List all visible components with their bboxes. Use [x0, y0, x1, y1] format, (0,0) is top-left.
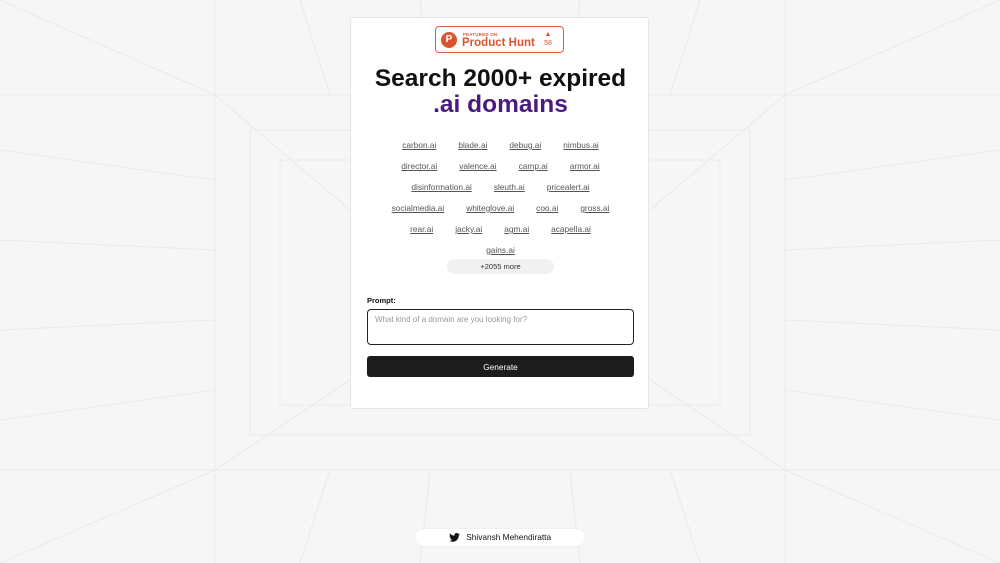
domain-row: gains.ai: [351, 240, 650, 261]
domain-row: socialmedia.ai whiteglove.ai coo.ai gross.a…: [351, 198, 650, 219]
domain-link[interactable]: armor.ai: [570, 160, 600, 172]
badge-name: Product Hunt: [462, 37, 535, 49]
domain-link[interactable]: director.ai: [401, 160, 437, 172]
domain-link[interactable]: rear.ai: [410, 223, 433, 235]
domain-row: director.ai valence.ai camp.ai armor.ai: [351, 156, 650, 177]
page-title-accent: .ai domains: [433, 91, 568, 118]
domain-link[interactable]: agm.ai: [504, 223, 529, 235]
domain-link[interactable]: pricealert.ai: [547, 181, 590, 193]
domain-link[interactable]: coo.ai: [536, 202, 558, 214]
generate-button[interactable]: Generate: [367, 356, 634, 377]
domain-link[interactable]: socialmedia.ai: [392, 202, 445, 214]
domain-link[interactable]: gross.ai: [580, 202, 609, 214]
domain-link[interactable]: valence.ai: [459, 160, 496, 172]
author-link[interactable]: Shivansh Mehendiratta: [415, 529, 585, 546]
domain-row: disinformation.ai sleuth.ai pricealert.ai: [351, 177, 650, 198]
domain-link[interactable]: debug.ai: [509, 139, 541, 151]
main-card: P FEATURED ON Product Hunt ▲ 58 Search 2…: [350, 17, 649, 409]
prompt-input[interactable]: [367, 309, 634, 345]
domain-list: carbon.ai blade.ai debug.ai nimbus.ai direct…: [351, 135, 650, 261]
domain-link[interactable]: jacky.ai: [455, 223, 482, 235]
domain-link[interactable]: camp.ai: [519, 160, 548, 172]
prompt-label: Prompt:: [367, 296, 396, 305]
vote-count: 58: [544, 40, 552, 47]
domain-link[interactable]: gains.ai: [486, 244, 515, 256]
domain-link[interactable]: nimbus.ai: [563, 139, 599, 151]
product-hunt-badge[interactable]: P FEATURED ON Product Hunt ▲ 58: [435, 26, 564, 53]
domain-link[interactable]: sleuth.ai: [494, 181, 525, 193]
domain-row: carbon.ai blade.ai debug.ai nimbus.ai: [351, 135, 650, 156]
twitter-icon: [449, 533, 460, 542]
more-domains-button[interactable]: +2055 more: [447, 259, 554, 274]
upvote-arrow-icon: ▲: [544, 31, 552, 38]
domain-link[interactable]: acapella.ai: [551, 223, 591, 235]
product-hunt-logo-icon: P: [441, 32, 457, 48]
domain-link[interactable]: disinformation.ai: [411, 181, 471, 193]
domain-link[interactable]: carbon.ai: [402, 139, 436, 151]
domain-link[interactable]: whiteglove.ai: [466, 202, 514, 214]
domain-link[interactable]: blade.ai: [458, 139, 487, 151]
badge-votes: ▲ 58: [541, 31, 555, 48]
author-name: Shivansh Mehendiratta: [466, 532, 552, 542]
domain-row: rear.ai jacky.ai agm.ai acapella.ai: [351, 219, 650, 240]
